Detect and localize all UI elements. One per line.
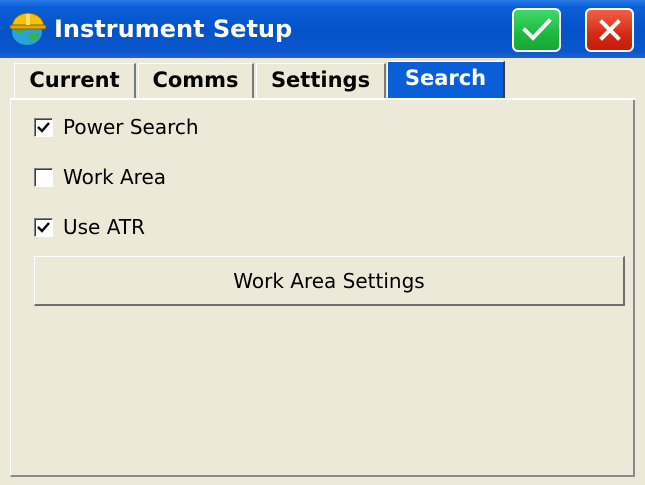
work-area-checkbox[interactable] — [34, 167, 53, 187]
checkmark-icon — [521, 18, 552, 41]
close-button[interactable] — [585, 8, 634, 52]
tab-comms[interactable]: Comms — [138, 63, 254, 98]
power-search-option[interactable]: Power Search — [34, 112, 199, 142]
window-title: Instrument Setup — [54, 15, 293, 43]
close-icon — [598, 19, 621, 41]
work-area-settings-button[interactable]: Work Area Settings — [34, 256, 625, 306]
checkmark-icon — [37, 221, 50, 233]
tab-settings[interactable]: Settings — [256, 63, 386, 98]
tab-search[interactable]: Search — [387, 61, 505, 98]
title-bar: Instrument Setup — [0, 0, 645, 58]
use-atr-checkbox[interactable] — [34, 217, 53, 237]
tab-current[interactable]: Current — [14, 63, 136, 98]
power-search-checkbox[interactable] — [34, 117, 53, 137]
work-area-label: Work Area — [63, 165, 167, 189]
tab-bar: Current Comms Settings Search — [0, 58, 645, 100]
use-atr-option[interactable]: Use ATR — [34, 212, 145, 242]
checkmark-icon — [37, 121, 50, 133]
instrument-setup-window: Instrument Setup Current Comms Settings … — [0, 0, 645, 485]
work-area-option[interactable]: Work Area — [34, 162, 166, 192]
use-atr-label: Use ATR — [63, 215, 145, 239]
ok-button[interactable] — [512, 8, 561, 52]
power-search-label: Power Search — [63, 115, 199, 139]
hardhat-globe-icon — [9, 12, 47, 45]
